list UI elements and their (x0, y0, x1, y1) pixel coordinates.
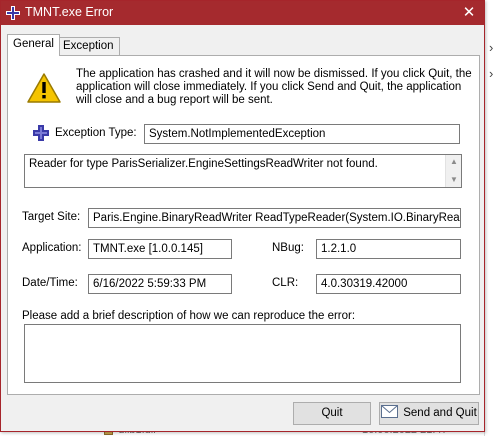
error-dialog: TMNT.exe Error ✕ General Exception The a… (0, 0, 485, 432)
app-cross-icon (6, 6, 20, 20)
scroll-down-icon[interactable]: ▼ (446, 173, 461, 187)
chevron-right-icon: › (489, 40, 494, 55)
background-window (484, 24, 496, 436)
exception-message-box[interactable]: Reader for type ParisSerializer.EngineSe… (24, 154, 462, 188)
exception-type-label: Exception Type: (55, 127, 137, 139)
tab-general[interactable]: General (7, 34, 60, 56)
clr-label: CLR: (272, 277, 299, 289)
exception-type-field[interactable]: System.NotImplementedException (144, 124, 460, 144)
send-and-quit-button[interactable]: Send and Quit (379, 402, 479, 425)
application-field[interactable]: TMNT.exe [1.0.0.145] (88, 239, 232, 259)
envelope-icon (381, 405, 399, 419)
tab-exception[interactable]: Exception (57, 37, 120, 56)
datetime-label: Date/Time: (22, 277, 78, 289)
quit-button[interactable]: Quit (293, 402, 371, 425)
target-site-field[interactable]: Paris.Engine.BinaryReadWriter ReadTypeRe… (88, 208, 461, 228)
general-panel: The application has crashed and it will … (7, 55, 480, 395)
description-input[interactable] (24, 324, 461, 383)
nbug-label: NBug: (272, 242, 304, 254)
send-and-quit-label: Send and Quit (403, 407, 477, 419)
window-title: TMNT.exe Error (25, 5, 114, 19)
application-label: Application: (22, 242, 82, 254)
title-bar[interactable]: TMNT.exe Error ✕ (1, 1, 484, 25)
target-site-label: Target Site: (22, 211, 81, 223)
close-button[interactable]: ✕ (454, 1, 484, 25)
clr-field[interactable]: 4.0.30319.42000 (316, 274, 461, 294)
nbug-field[interactable]: 1.2.1.0 (316, 239, 461, 259)
chevron-right-icon: › (489, 66, 494, 81)
exception-cross-icon (33, 125, 49, 141)
exception-message-text: Reader for type ParisSerializer.EngineSe… (29, 158, 378, 170)
datetime-field[interactable]: 6/16/2022 5:59:33 PM (88, 274, 232, 294)
warning-triangle-icon (27, 73, 61, 103)
scroll-up-icon[interactable]: ▲ (446, 155, 461, 169)
description-label: Please add a brief description of how we… (22, 310, 356, 322)
crash-message: The application has crashed and it will … (76, 68, 472, 106)
vertical-scrollbar[interactable]: ▲ ▼ (445, 155, 461, 187)
